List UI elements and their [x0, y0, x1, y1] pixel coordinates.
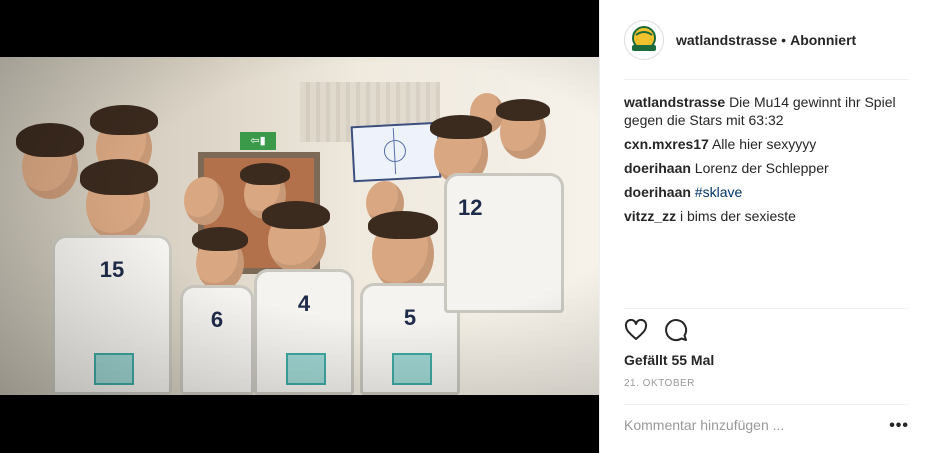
sponsor-logo	[392, 353, 432, 385]
team-logo-icon	[632, 26, 656, 51]
team-photo: ⇦▮ 15 6 4 5 12	[0, 57, 599, 395]
post-media[interactable]: ⇦▮ 15 6 4 5 12	[0, 0, 599, 453]
jersey: 4	[254, 269, 354, 395]
separator-dot: •	[781, 32, 787, 48]
player-hair	[496, 99, 550, 121]
post-actions	[624, 318, 688, 342]
post-header: watlandstrasse • Abonniert	[624, 18, 909, 62]
comment: doerihaan #sklave	[624, 183, 909, 201]
comment: vitzz_zz i bims der sexieste	[624, 207, 909, 225]
comment-text: i bims der sexieste	[680, 208, 796, 224]
divider	[624, 308, 909, 309]
jersey-number: 6	[210, 307, 224, 332]
comment-input[interactable]	[624, 417, 864, 433]
follow-status[interactable]: Abonniert	[790, 32, 856, 48]
player-hair	[368, 211, 438, 239]
player-hair	[240, 163, 290, 185]
player-hair	[80, 159, 158, 195]
player-hair	[262, 201, 330, 229]
jersey: 6	[180, 285, 254, 395]
like-count[interactable]: Gefällt 55 Mal	[624, 352, 714, 368]
jersey-number: 15	[99, 257, 125, 282]
player-hair	[90, 105, 158, 135]
player-hair	[430, 115, 492, 139]
player-hair	[16, 123, 84, 157]
jersey: 12	[444, 173, 564, 313]
player-face	[184, 177, 224, 225]
avatar[interactable]	[624, 20, 664, 60]
header-text: watlandstrasse • Abonniert	[676, 32, 856, 48]
jersey-number: 12	[458, 195, 483, 220]
comment-text: Lorenz der Schlepper	[694, 160, 829, 176]
heart-icon[interactable]	[624, 318, 648, 342]
sponsor-logo	[286, 353, 326, 385]
divider	[624, 404, 909, 405]
sponsor-logo	[94, 353, 134, 385]
comment-bubble-icon[interactable]	[664, 318, 688, 342]
comment-list: watlandstrasse Die Mu14 gewinnt ihr Spie…	[624, 93, 909, 231]
jersey: 15	[52, 235, 172, 395]
comment-username[interactable]: doerihaan	[624, 160, 691, 176]
comment: cxn.mxres17 Alle hier sexyyyy	[624, 135, 909, 153]
comment-text: Alle hier sexyyyy	[711, 136, 817, 152]
comment-username[interactable]: watlandstrasse	[624, 94, 725, 110]
hashtag-link[interactable]: #sklave	[695, 184, 742, 200]
post-date: 21. OKTOBER	[624, 378, 695, 389]
jersey-number: 4	[297, 291, 311, 316]
comment: doerihaan Lorenz der Schlepper	[624, 159, 909, 177]
comment-username[interactable]: vitzz_zz	[624, 208, 676, 224]
divider	[624, 79, 909, 80]
player-hair	[192, 227, 248, 251]
caption: watlandstrasse Die Mu14 gewinnt ihr Spie…	[624, 93, 909, 129]
more-options-button[interactable]: •••	[889, 418, 909, 434]
tactics-board	[350, 121, 442, 183]
comment-username[interactable]: cxn.mxres17	[624, 136, 709, 152]
post-sidebar: watlandstrasse • Abonniert watlandstrasse …	[599, 0, 933, 453]
post-username[interactable]: watlandstrasse	[676, 32, 777, 48]
exit-sign: ⇦▮	[240, 132, 276, 150]
comment-username[interactable]: doerihaan	[624, 184, 691, 200]
